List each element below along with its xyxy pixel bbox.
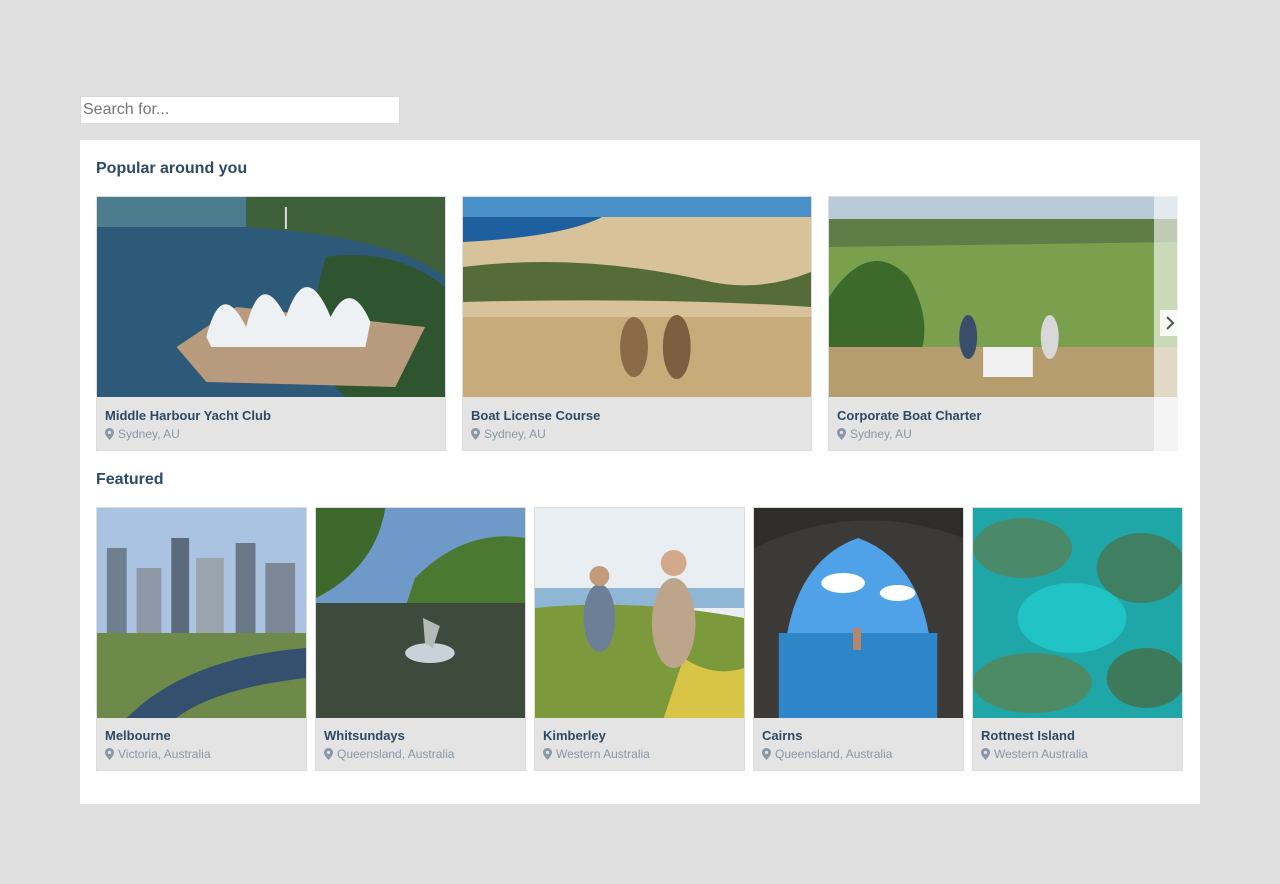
featured-card-cairns[interactable]: Cairns Queensland, Australia <box>753 507 964 771</box>
card-location: Queensland, Australia <box>762 747 892 761</box>
card-image <box>973 508 1182 718</box>
card-image <box>463 197 811 397</box>
card-location-text: Victoria, Australia <box>118 747 211 761</box>
map-pin-icon <box>837 428 846 440</box>
card-title: Cairns <box>762 728 803 743</box>
popular-card-yacht-club[interactable]: Middle Harbour Yacht Club Sydney, AU <box>96 196 446 451</box>
featured-card-kimberley[interactable]: Kimberley Western Australia <box>534 507 745 771</box>
card-location-text: Western Australia <box>994 747 1088 761</box>
map-pin-icon <box>471 428 480 440</box>
card-title: Rottnest Island <box>981 728 1075 743</box>
card-location: Queensland, Australia <box>324 747 454 761</box>
map-pin-icon <box>105 428 114 440</box>
card-image <box>829 197 1177 397</box>
carousel-next-button[interactable] <box>1160 310 1180 336</box>
featured-card-whitsundays[interactable]: Whitsundays Queensland, Australia <box>315 507 526 771</box>
map-pin-icon <box>981 748 990 760</box>
card-title: Boat License Course <box>471 408 601 423</box>
card-image <box>97 508 306 718</box>
map-pin-icon <box>543 748 552 760</box>
card-image <box>97 197 445 397</box>
popular-card-boat-charter[interactable]: Corporate Boat Charter Sydney, AU <box>828 196 1178 451</box>
map-pin-icon <box>105 748 114 760</box>
card-title: Corporate Boat Charter <box>837 408 982 423</box>
card-location: Sydney, AU <box>471 427 546 441</box>
card-image <box>754 508 963 718</box>
section-title-popular: Popular around you <box>96 160 248 177</box>
card-location: Victoria, Australia <box>105 747 211 761</box>
card-location: Western Australia <box>543 747 650 761</box>
card-image <box>316 508 525 718</box>
card-location-text: Western Australia <box>556 747 650 761</box>
featured-card-rottnest-island[interactable]: Rottnest Island Western Australia <box>972 507 1183 771</box>
section-title-featured: Featured <box>96 471 164 488</box>
card-location: Sydney, AU <box>837 427 912 441</box>
card-location-text: Sydney, AU <box>118 427 180 441</box>
map-pin-icon <box>762 748 771 760</box>
card-title: Kimberley <box>543 728 606 743</box>
card-title: Melbourne <box>105 728 171 743</box>
card-location: Western Australia <box>981 747 1088 761</box>
content-panel: Popular around you Middle Harbour Yacht … <box>80 140 1200 804</box>
chevron-right-icon <box>1166 316 1175 330</box>
card-location-text: Queensland, Australia <box>775 747 893 761</box>
card-location-text: Sydney, AU <box>484 427 546 441</box>
popular-card-boat-license[interactable]: Boat License Course Sydney, AU <box>462 196 812 451</box>
card-image <box>535 508 744 718</box>
search-input[interactable] <box>80 96 400 124</box>
card-location-text: Queensland, Australia <box>337 747 455 761</box>
card-title: Middle Harbour Yacht Club <box>105 408 271 423</box>
map-pin-icon <box>324 748 333 760</box>
featured-card-melbourne[interactable]: Melbourne Victoria, Australia <box>96 507 307 771</box>
card-location: Sydney, AU <box>105 427 180 441</box>
card-location-text: Sydney, AU <box>850 427 912 441</box>
card-title: Whitsundays <box>324 728 405 743</box>
